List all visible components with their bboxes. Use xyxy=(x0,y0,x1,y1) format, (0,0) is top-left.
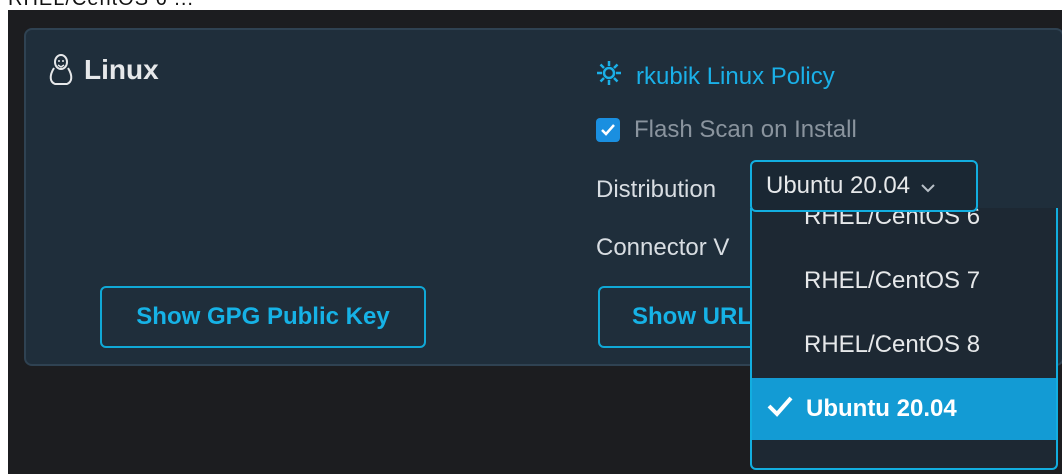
flash-scan-row: Flash Scan on Install xyxy=(596,116,857,144)
option-label: RHEL/CentOS 7 xyxy=(804,267,981,294)
distribution-label: Distribution xyxy=(596,176,717,203)
dropdown-option[interactable]: RHEL/CentOS 6 xyxy=(752,208,1056,246)
connector-version-label: Connector V xyxy=(596,234,730,261)
penguin-icon xyxy=(48,54,74,86)
dropdown-option[interactable]: RHEL/CentOS 7 xyxy=(752,252,1056,310)
flash-scan-label: Flash Scan on Install xyxy=(634,116,857,143)
chevron-down-icon xyxy=(920,172,936,200)
gear-icon xyxy=(596,60,622,93)
option-label: Ubuntu 20.04 xyxy=(806,395,957,422)
cropped-top-text: RHEL/CentOS 6 ... xyxy=(8,0,194,10)
panel-title: Linux xyxy=(84,54,159,85)
left-edge-bar xyxy=(0,10,8,474)
linux-title: Linux xyxy=(48,54,159,86)
policy-link[interactable]: rkubik Linux Policy xyxy=(596,60,835,93)
dropdown-option[interactable]: RHEL/CentOS 8 xyxy=(752,316,1056,374)
distribution-selected-value: Ubuntu 20.04 xyxy=(766,172,911,199)
show-gpg-public-key-button[interactable]: Show GPG Public Key xyxy=(100,286,426,348)
option-label: RHEL/CentOS 8 xyxy=(804,331,981,358)
screenshot-stage: RHEL/CentOS 6 ... Linux Show GPG Public … xyxy=(0,0,1062,474)
distribution-dropdown-menu: RHEL/CentOS 6 RHEL/CentOS 7 RHEL/CentOS … xyxy=(750,208,1058,470)
dropdown-option-selected[interactable]: Ubuntu 20.04 xyxy=(752,378,1056,440)
flash-scan-checkbox[interactable] xyxy=(596,118,620,142)
cropped-top-text-strip: RHEL/CentOS 6 ... xyxy=(0,0,1062,10)
check-icon xyxy=(766,395,794,424)
policy-link-label: rkubik Linux Policy xyxy=(636,62,835,90)
checkmark-icon xyxy=(601,124,615,136)
distribution-select[interactable]: Ubuntu 20.04 xyxy=(750,160,978,212)
